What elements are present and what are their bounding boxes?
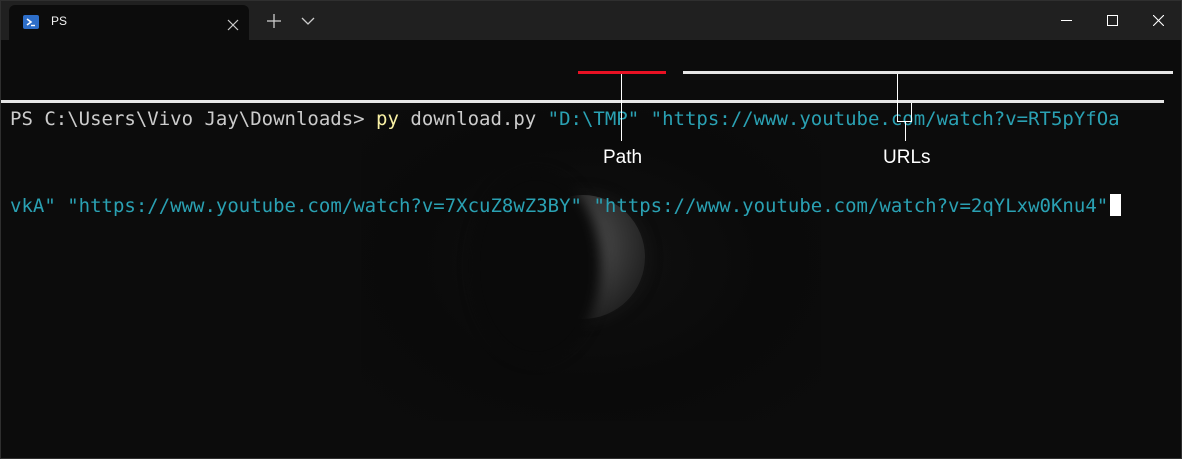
path-label: Path bbox=[603, 147, 643, 168]
command-line-2: vkA" "https://www.youtube.com/watch?v=7X… bbox=[10, 192, 1122, 221]
tab-ps[interactable]: PS bbox=[9, 5, 249, 40]
prompt: PS C:\Users\Vivo Jay\Downloads> bbox=[10, 108, 377, 130]
urls-underline-line1 bbox=[683, 71, 1173, 74]
urls-label: URLs bbox=[883, 147, 931, 168]
powershell-icon bbox=[23, 15, 39, 29]
url-argument-2: "https://www.youtube.com/watch?v=7XcuZ8w… bbox=[67, 195, 582, 217]
text-cursor bbox=[1110, 194, 1122, 216]
urls-bracket-right bbox=[911, 103, 912, 121]
close-window-button[interactable] bbox=[1135, 1, 1181, 40]
terminal-window: PS PS C:\Users\Vivo Jay\Downloads> py do… bbox=[0, 0, 1182, 459]
url-argument-1-start: "https://www.youtube.com/watch?v=RT5pYfO… bbox=[650, 108, 1120, 130]
path-underline bbox=[578, 71, 666, 74]
path-argument: "D:\TMP" bbox=[547, 108, 640, 130]
urls-underline-line2 bbox=[1, 100, 1164, 103]
maximize-button[interactable] bbox=[1089, 1, 1135, 40]
urls-bracket-left bbox=[897, 103, 898, 121]
script-name: download.py bbox=[398, 108, 548, 130]
url-argument-1-end: vkA" bbox=[10, 195, 56, 217]
command-line-1: PS C:\Users\Vivo Jay\Downloads> py downl… bbox=[10, 105, 1121, 134]
terminal-output[interactable]: PS C:\Users\Vivo Jay\Downloads> py downl… bbox=[10, 47, 1122, 279]
url-argument-3: "https://www.youtube.com/watch?v=2qYLxw0… bbox=[593, 195, 1109, 217]
tab-title: PS bbox=[51, 14, 68, 28]
command: py bbox=[376, 108, 399, 130]
urls-pointer-line-bottom bbox=[905, 121, 906, 141]
title-bar[interactable]: PS bbox=[1, 1, 1181, 40]
chevron-down-icon[interactable] bbox=[299, 12, 317, 30]
minimize-button[interactable] bbox=[1043, 1, 1089, 40]
urls-pointer-line-top bbox=[897, 74, 898, 103]
new-tab-button[interactable] bbox=[263, 10, 285, 32]
close-tab-icon[interactable] bbox=[227, 16, 239, 31]
path-pointer-line bbox=[621, 74, 622, 141]
